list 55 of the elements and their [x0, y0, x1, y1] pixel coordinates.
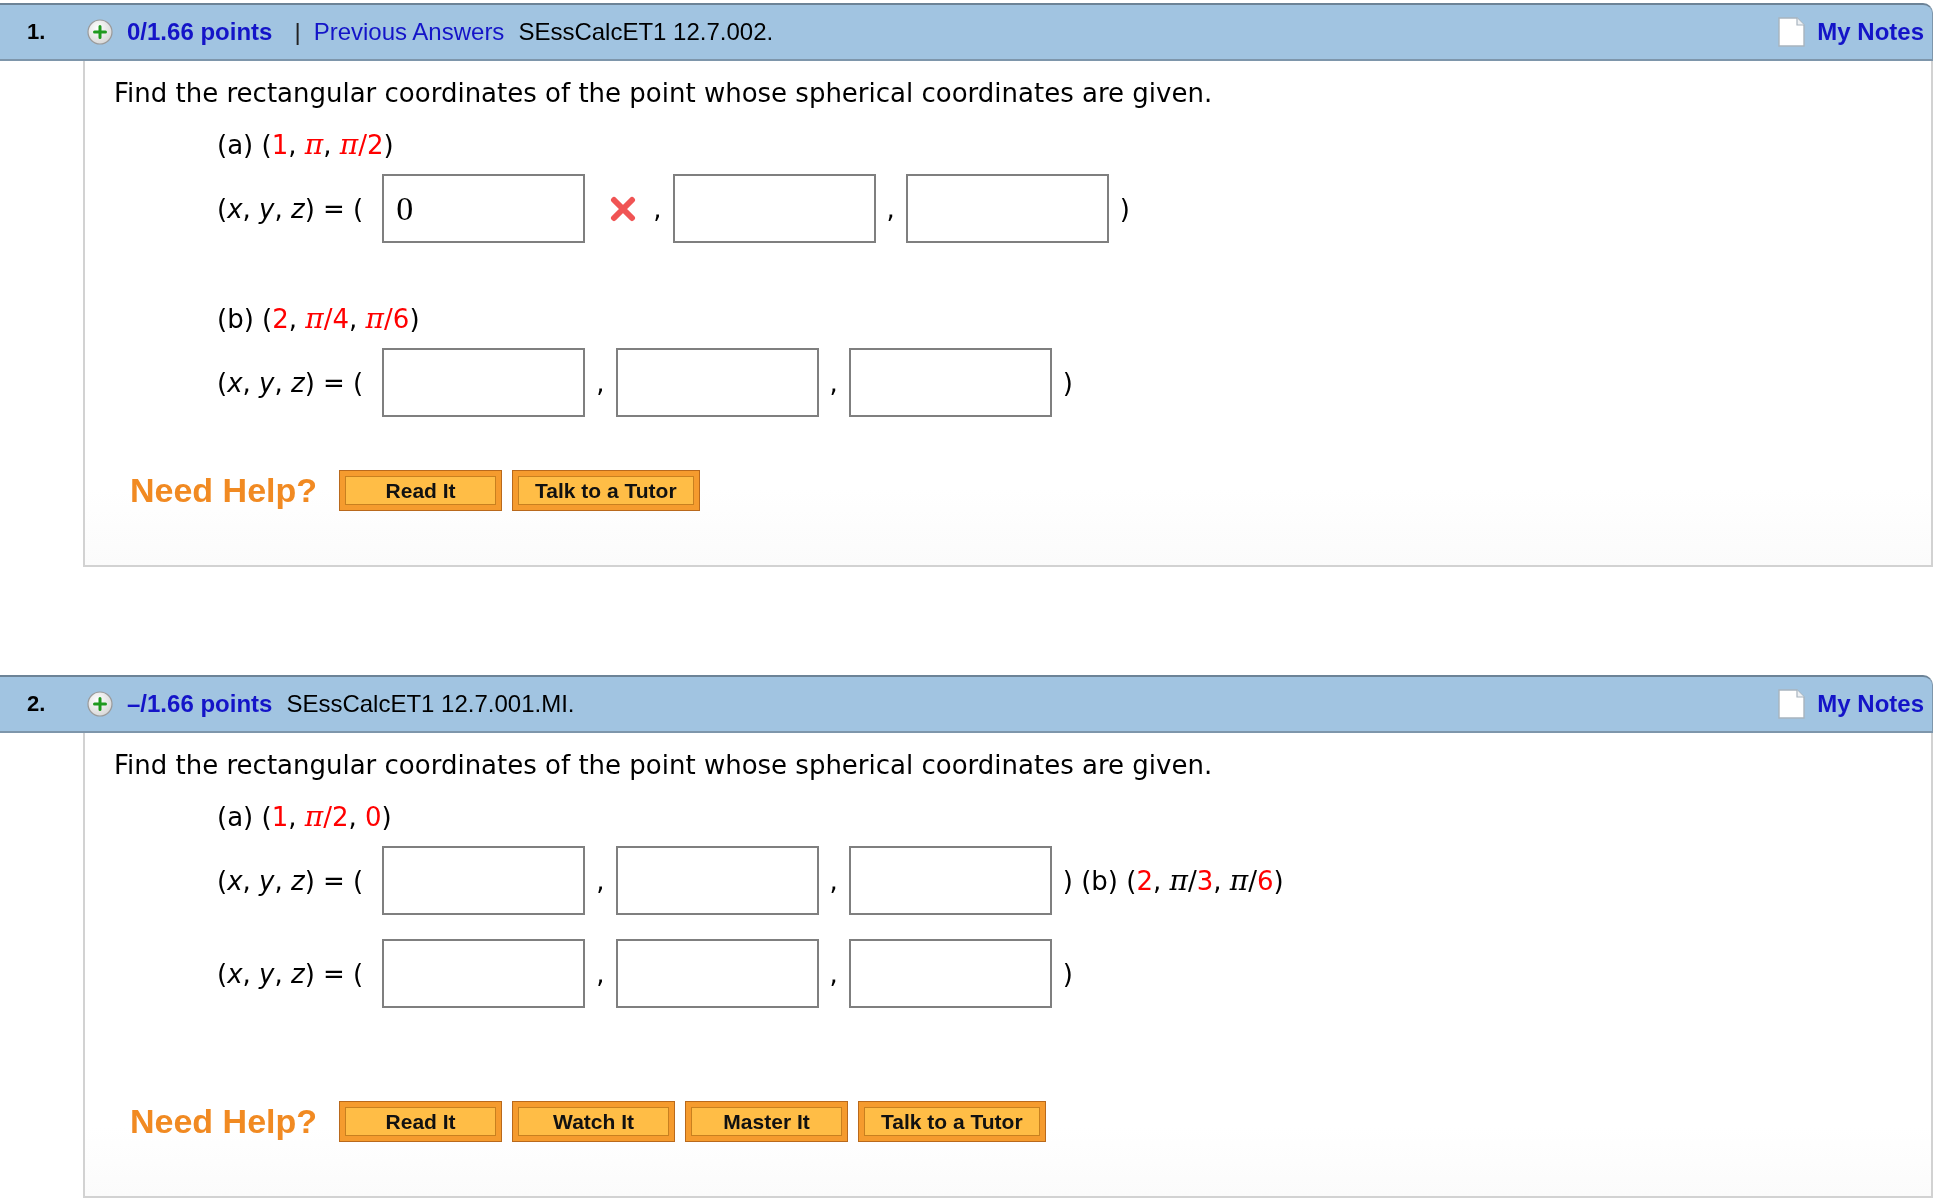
question-number: 2.: [27, 691, 46, 717]
separator-text: |: [294, 18, 301, 46]
answer-field[interactable]: [615, 846, 819, 915]
punctuation-text: ): [1118, 192, 1131, 225]
part-label: (b) (2, π/4, π/6): [217, 303, 420, 335]
answer-field[interactable]: [905, 174, 1109, 243]
answer-field[interactable]: [672, 174, 876, 243]
equation-label: (x, y, z) = (: [217, 366, 364, 399]
question-number: 1.: [27, 19, 46, 45]
help-button[interactable]: Read It: [339, 470, 503, 511]
punctuation-text: ,: [828, 366, 839, 399]
answer-field[interactable]: [382, 348, 586, 417]
answer-field[interactable]: 0: [382, 174, 586, 243]
plus-icon[interactable]: [87, 19, 113, 45]
answer-field[interactable]: [615, 939, 819, 1008]
document-icon[interactable]: [1778, 17, 1806, 47]
punctuation-text: ,: [595, 957, 606, 990]
punctuation-text: ,: [828, 864, 839, 897]
points-link[interactable]: –/1.66 points: [127, 690, 273, 718]
question-code: SEssCalcET1 12.7.001.MI.: [286, 690, 575, 718]
question-prompt: Find the rectangular coordinates of the point whose spherical coordinates are given.: [114, 78, 1214, 108]
my-notes-link[interactable]: My Notes: [1817, 690, 1924, 718]
previous-answers-link[interactable]: Previous Answers: [313, 18, 505, 46]
my-notes-link[interactable]: My Notes: [1817, 18, 1924, 46]
punctuation-text: ): [1061, 366, 1074, 399]
help-button[interactable]: Talk to a Tutor: [512, 470, 700, 511]
document-icon[interactable]: [1778, 689, 1806, 719]
punctuation-text: ,: [595, 864, 606, 897]
help-button[interactable]: Read It: [339, 1101, 503, 1142]
part-label: ) (b) (2, π/3, π/6): [1061, 864, 1285, 897]
question-code: SEssCalcET1 12.7.002.: [518, 18, 774, 46]
punctuation-text: ,: [595, 366, 606, 399]
part-label: (a) (1, π, π/2): [217, 129, 394, 161]
answer-field[interactable]: [615, 348, 819, 417]
question-prompt: Find the rectangular coordinates of the point whose spherical coordinates are given.: [114, 750, 1214, 780]
punctuation-text: ,: [885, 192, 896, 225]
punctuation-text: ,: [652, 192, 663, 225]
answer-field[interactable]: [382, 846, 586, 915]
help-button[interactable]: Watch It: [512, 1101, 676, 1142]
punctuation-text: ): [1061, 957, 1074, 990]
help-button[interactable]: Talk to a Tutor: [858, 1101, 1046, 1142]
punctuation-text: ,: [828, 957, 839, 990]
equation-label: (x, y, z) = (: [217, 864, 364, 897]
answer-field[interactable]: [382, 939, 586, 1008]
part-label: (a) (1, π/2, 0): [217, 801, 392, 833]
answer-field[interactable]: [848, 939, 1052, 1008]
answer-field[interactable]: [848, 846, 1052, 915]
need-help-label: Need Help?: [130, 1102, 318, 1141]
answer-field[interactable]: [848, 348, 1052, 417]
equation-label: (x, y, z) = (: [217, 957, 364, 990]
need-help-label: Need Help?: [130, 471, 318, 510]
points-link[interactable]: 0/1.66 points: [127, 18, 273, 46]
plus-icon[interactable]: [87, 691, 113, 717]
equation-label: (x, y, z) = (: [217, 192, 364, 225]
help-button[interactable]: Master It: [685, 1101, 849, 1142]
